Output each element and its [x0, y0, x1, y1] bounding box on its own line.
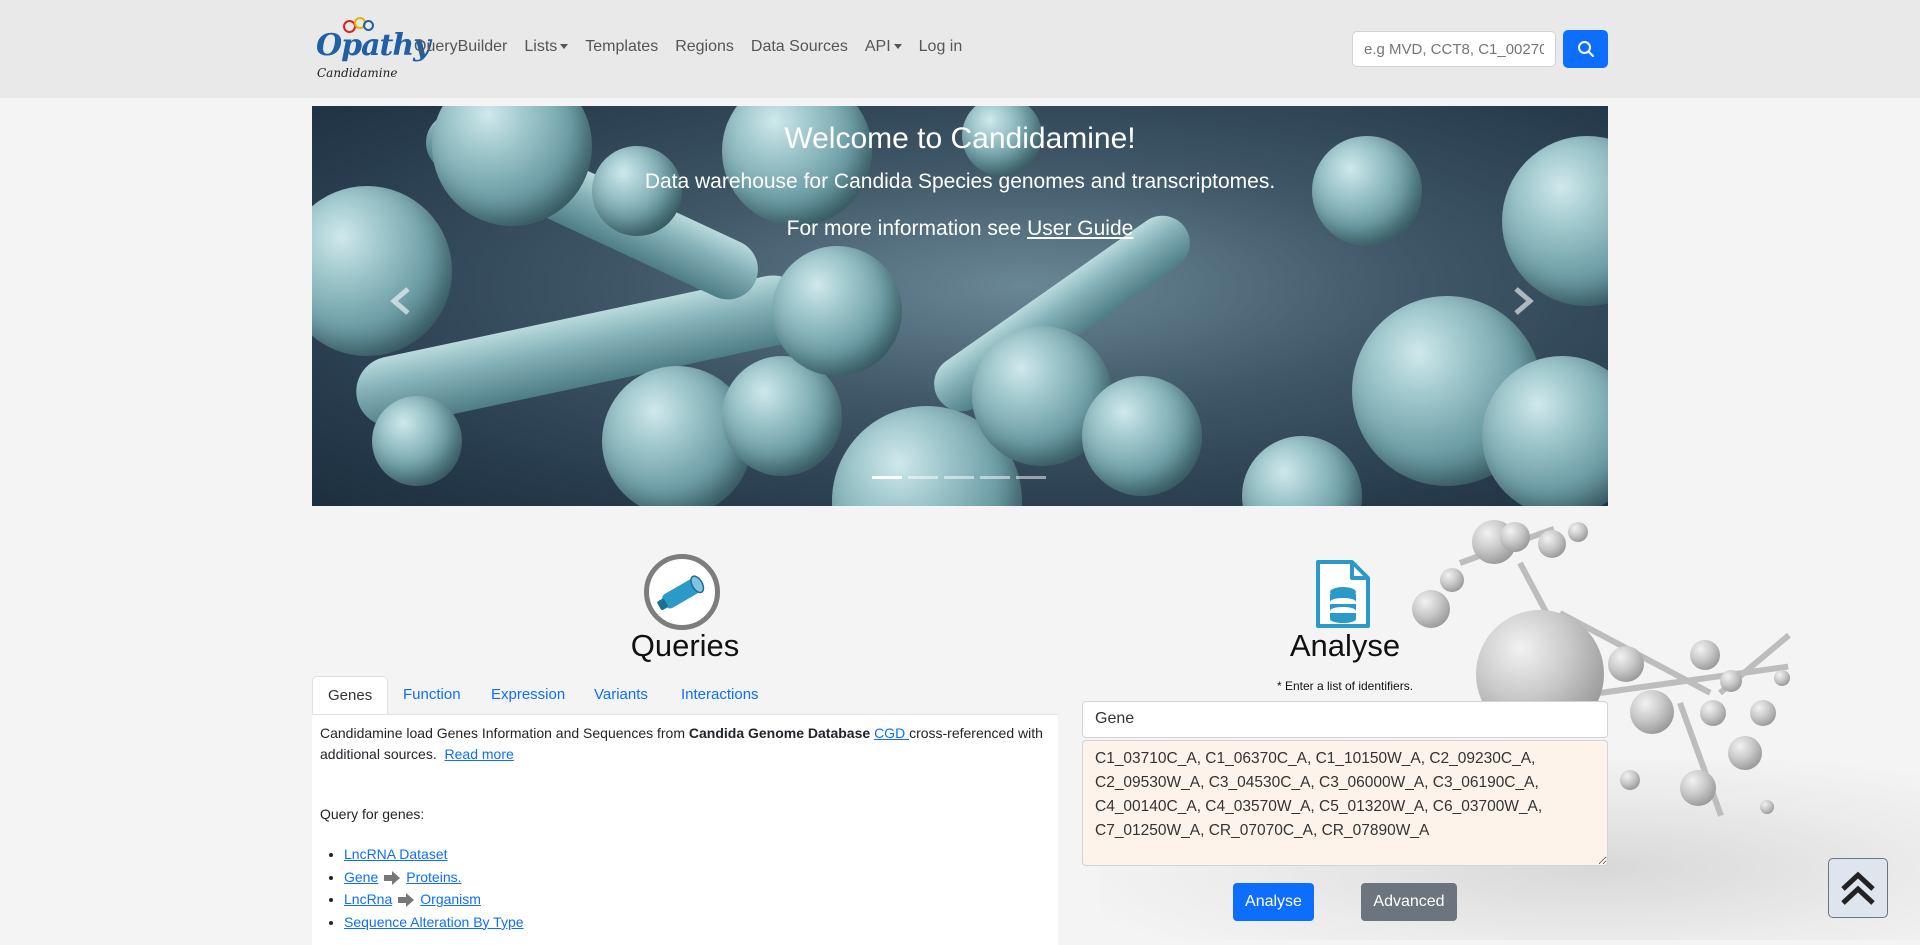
carousel-more-prefix: For more information see	[786, 217, 1028, 240]
tab-variants[interactable]: Variants	[594, 676, 648, 714]
nav-label: Regions	[675, 38, 734, 55]
query-list-item[interactable]: Sequence Alteration By Type	[344, 911, 524, 934]
identifiers-textarea[interactable]: C1_03710C_A, C1_06370C_A, C1_10150W_A, C…	[1082, 740, 1608, 866]
search-input[interactable]	[1352, 31, 1556, 67]
analyse-button[interactable]: Analyse	[1233, 883, 1314, 921]
caret-down-icon	[893, 44, 902, 50]
nav-log-in[interactable]: Log in	[919, 38, 963, 56]
chevron-right-icon	[1514, 287, 1534, 315]
tab-expression[interactable]: Expression	[491, 676, 565, 714]
query-heading: Query for genes:	[320, 806, 425, 822]
nav-lists[interactable]: Lists	[524, 38, 569, 56]
query-link[interactable]: Gene	[344, 869, 378, 885]
carousel-indicator[interactable]	[872, 476, 902, 479]
nav-label: Log in	[918, 38, 963, 55]
carousel-indicators	[872, 476, 1046, 479]
query-list-item[interactable]: Gene Proteins.	[344, 866, 524, 889]
nav-regions[interactable]: Regions	[675, 38, 734, 56]
nav-templates[interactable]: Templates	[585, 38, 658, 56]
nav-label: API	[864, 38, 891, 55]
logo-subtitle: Candidamine	[317, 66, 398, 80]
chevron-left-icon	[390, 287, 410, 315]
query-target-link[interactable]: Proteins.	[406, 869, 461, 885]
nav-label: QueryBuilder	[414, 38, 508, 55]
tab-interactions[interactable]: Interactions	[681, 676, 759, 714]
search-icon	[1577, 41, 1594, 57]
arrow-right-icon	[398, 893, 415, 908]
nav-label: Data Sources	[750, 38, 848, 55]
user-guide-link[interactable]: User Guide	[1027, 217, 1133, 240]
nav-api[interactable]: API	[865, 38, 902, 56]
analyse-hint: * Enter a list of identifiers.	[1276, 679, 1414, 693]
carousel-indicator[interactable]	[944, 476, 974, 479]
nav-querybuilder[interactable]: QueryBuilder	[414, 38, 507, 56]
site-logo[interactable]: Opathy Candidamine	[314, 14, 431, 84]
carousel-indicator[interactable]	[980, 476, 1010, 479]
query-link[interactable]: LncRna	[344, 891, 392, 907]
analyse-title: Analyse	[1289, 628, 1401, 663]
search-button[interactable]	[1563, 30, 1608, 68]
document-database-icon	[1314, 558, 1374, 635]
queries-title: Queries	[630, 628, 740, 663]
arrow-right-icon	[384, 870, 401, 885]
genes-tab-panel: Candidamine load Genes Information and S…	[312, 715, 1058, 945]
carousel-more-info: For more information see User Guide	[312, 217, 1608, 241]
query-target-link[interactable]: Organism	[420, 891, 481, 907]
nav-data-sources[interactable]: Data Sources	[751, 38, 848, 56]
carousel-next-button[interactable]	[1502, 281, 1542, 321]
query-list-item[interactable]: LncRNA Dataset	[344, 843, 524, 866]
carousel-subtitle: Data warehouse for Candida Species genom…	[644, 170, 1276, 193]
carousel-indicator[interactable]	[1016, 476, 1046, 479]
double-chevron-up-icon	[1841, 871, 1875, 905]
hero-carousel: Welcome to Candidamine! Data warehouse f…	[312, 106, 1608, 506]
carousel-prev-button[interactable]	[382, 281, 422, 321]
query-list: LncRNA Dataset Gene Proteins. LncRna Organis…	[332, 843, 524, 933]
tab-genes[interactable]: Genes	[312, 676, 389, 714]
logo-word: Opathy	[316, 28, 431, 63]
back-to-top-button[interactable]	[1828, 858, 1888, 918]
top-navbar: Opathy Candidamine QueryBuilder Lists Temp…	[0, 0, 1920, 98]
intro-prefix: Candidamine load Genes Information and S…	[320, 725, 689, 741]
query-link[interactable]: LncRNA Dataset	[344, 846, 448, 862]
genes-intro: Candidamine load Genes Information and S…	[320, 723, 1050, 765]
read-more-link[interactable]: Read more	[445, 746, 514, 762]
carousel-indicator[interactable]	[908, 476, 938, 479]
identifier-type-select[interactable]: Gene	[1082, 701, 1608, 738]
advanced-button[interactable]: Advanced	[1361, 883, 1457, 921]
tab-function[interactable]: Function	[403, 676, 461, 714]
cgd-link[interactable]: CGD	[874, 725, 909, 741]
query-link[interactable]: Sequence Alteration By Type	[344, 914, 524, 930]
query-list-item[interactable]: LncRna Organism	[344, 888, 524, 911]
carousel-title: Welcome to Candidamine!	[784, 122, 1136, 155]
nav-label: Templates	[585, 38, 659, 55]
intro-database: Candida Genome Database	[688, 725, 871, 741]
caret-down-icon	[560, 44, 569, 50]
nav-label: Lists	[524, 38, 558, 55]
nav-menu: QueryBuilder Lists Templates Regions Data So…	[414, 38, 979, 56]
query-tabs: Genes Function Expression Variants Interacti…	[312, 676, 1058, 715]
telescope-icon	[644, 554, 720, 630]
